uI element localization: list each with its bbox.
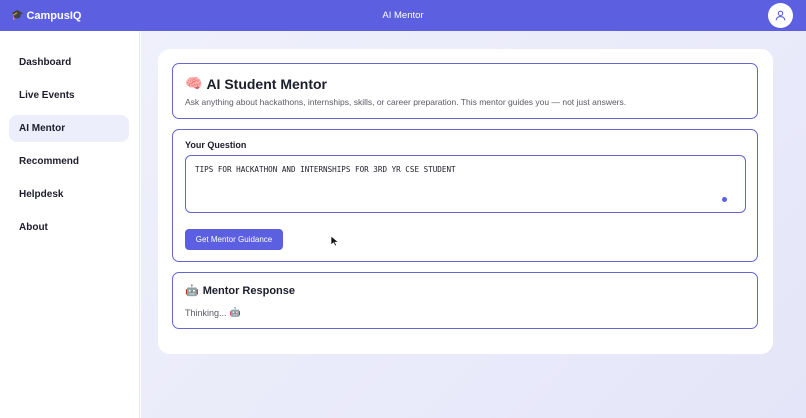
robot-icon: 🤖 (185, 285, 199, 297)
top-bar: 🎓 CampusIQ AI Mentor (0, 0, 806, 31)
sidebar-item-live-events[interactable]: Live Events (9, 82, 129, 109)
question-input[interactable]: TIPS FOR HACKATHON AND INTERNSHIPS FOR 3… (185, 155, 746, 213)
response-panel: 🤖 Mentor Response Thinking... 🤖 (172, 272, 758, 329)
brand-logo[interactable]: 🎓 CampusIQ (11, 0, 81, 31)
sidebar-item-about[interactable]: About (9, 214, 129, 241)
mouse-cursor-icon (330, 235, 340, 247)
main-content: 🧠 AI Student Mentor Ask anything about h… (141, 31, 806, 418)
response-text: Thinking... (185, 307, 227, 318)
question-panel: Your Question TIPS FOR HACKATHON AND INT… (172, 129, 758, 262)
question-label: Your Question (185, 140, 247, 150)
graduation-cap-icon: 🎓 (11, 10, 24, 21)
get-guidance-button[interactable]: Get Mentor Guidance (185, 229, 283, 250)
response-title: Mentor Response (202, 284, 295, 297)
response-text-row: Thinking... 🤖 (185, 307, 241, 318)
brand-name: CampusIQ (26, 9, 82, 22)
input-status-dot (722, 197, 727, 202)
sidebar-item-helpdesk[interactable]: Helpdesk (9, 181, 129, 208)
sidebar-item-recommend[interactable]: Recommend (9, 148, 129, 175)
mentor-card: 🧠 AI Student Mentor Ask anything about h… (158, 49, 773, 354)
avatar[interactable] (768, 3, 793, 28)
intro-title: AI Student Mentor (206, 75, 327, 92)
sidebar-item-ai-mentor[interactable]: AI Mentor (9, 115, 129, 142)
response-heading: 🤖 Mentor Response (185, 284, 295, 298)
intro-panel: 🧠 AI Student Mentor Ask anything about h… (172, 63, 758, 119)
brain-icon: 🧠 (185, 75, 203, 91)
sidebar: Dashboard Live Events AI Mentor Recommen… (0, 31, 140, 418)
robot-icon: 🤖 (229, 307, 241, 317)
sidebar-item-dashboard[interactable]: Dashboard (9, 49, 129, 76)
page-title: AI Mentor (382, 10, 424, 21)
intro-heading: 🧠 AI Student Mentor (185, 75, 327, 92)
intro-subtitle: Ask anything about hackathons, internshi… (185, 97, 627, 107)
user-icon (775, 10, 786, 21)
